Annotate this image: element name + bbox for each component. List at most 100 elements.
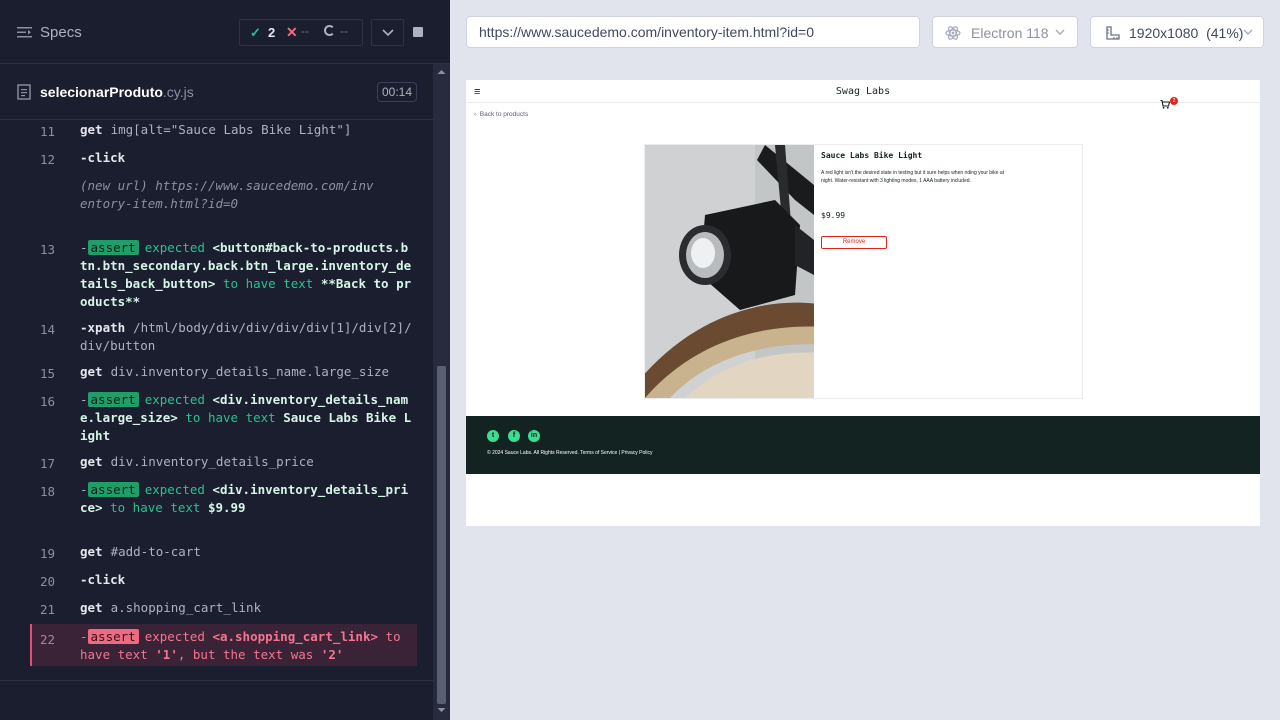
command-arg: a.shopping_cart_link [110, 600, 262, 615]
facebook-icon[interactable]: f [508, 430, 520, 442]
command-number: 18 [40, 484, 56, 499]
chevron-down-icon [1243, 29, 1253, 35]
linkedin-icon[interactable]: in [528, 430, 540, 442]
command-number: 12 [40, 152, 56, 167]
product-description: A red light isn't the desired state in t… [821, 170, 1005, 184]
command-number: 11 [40, 124, 56, 139]
assert-badge: assert [87, 392, 139, 407]
assert-badge: assert [87, 240, 139, 255]
electron-icon [945, 26, 961, 40]
aut-url-bar[interactable]: https://www.saucedemo.com/inventory-item… [466, 16, 920, 48]
command-number: 13 [40, 242, 56, 257]
app-logo: Swag Labs [835, 86, 891, 97]
command-name: get [80, 364, 103, 379]
command-number: 19 [40, 546, 56, 561]
command-name: get [80, 122, 103, 137]
ruler-icon [1106, 26, 1120, 40]
specs-header: Specs ✓ 2 ✕ -- -- [0, 0, 450, 64]
pending-count: -- [340, 24, 348, 38]
passed-count: 2 [268, 25, 276, 40]
stop-icon [413, 27, 423, 37]
assert-row[interactable]: 13 - assert expected <button#back-to-produ… [0, 238, 417, 314]
assert-row[interactable]: 18 - assert expected <div.inventory_detail… [0, 480, 417, 538]
command-number: 17 [40, 456, 56, 471]
viewport-select[interactable]: 1920x1080 (41%) [1090, 16, 1264, 48]
command-name: get [80, 454, 103, 469]
command-name: get [80, 544, 103, 559]
browser-select[interactable]: Electron 118 [932, 16, 1078, 48]
back-to-products-button[interactable]: ‹ Back to products [474, 111, 528, 118]
cart-badge: 2 [1170, 97, 1178, 105]
command-arg: /html/body/div/div/div/div[1]/div[2]/div… [80, 320, 412, 353]
assert-badge: assert [87, 482, 139, 497]
command-row[interactable]: 20 -click [0, 570, 417, 596]
command-name: -click [80, 572, 126, 587]
run-duration: 00:14 [377, 82, 417, 102]
assert-badge: assert [87, 629, 139, 644]
new-url-row[interactable]: (new url) https://www.saucedemo.com/inve… [0, 176, 417, 234]
new-url-label: (new url) [80, 178, 148, 193]
command-number: 21 [40, 602, 56, 617]
shopping-cart-icon[interactable] [1160, 100, 1170, 109]
bike-light-image [645, 145, 814, 398]
command-log-footer [0, 680, 433, 720]
command-list: 11 get img[alt="Sauce Labs Bike Light"] 1… [0, 120, 433, 680]
twitter-icon[interactable]: t [487, 430, 499, 442]
assert-value: $9.99 [207, 500, 246, 515]
assert-value: '1' [155, 647, 178, 662]
command-arg: img[alt="Sauce Labs Bike Light"] [110, 122, 352, 137]
test-stats: ✓ 2 ✕ -- -- [239, 19, 363, 46]
footer-copyright: © 2024 Sauce Labs. All Rights Reserved. … [487, 450, 653, 456]
pending-icon [324, 25, 335, 36]
failed-assert-row[interactable]: 22 - assert expected <a.shopping_cart_link… [30, 624, 417, 666]
command-row[interactable]: 14 -xpath/html/body/div/div/div/div[1]/d… [0, 318, 417, 358]
assert-row[interactable]: 16 - assert expected <div.inventory_detail… [0, 390, 417, 448]
specs-title[interactable]: Specs [40, 24, 82, 41]
command-row[interactable]: 19 get #add-to-cart [0, 542, 417, 568]
viewport-size: 1920x1080 (41%) [1129, 25, 1244, 41]
product-details: Sauce Labs Bike Light A red light isn't … [644, 144, 1083, 399]
command-number: 14 [40, 322, 56, 337]
chevron-down-icon [1055, 29, 1065, 35]
command-row[interactable]: 11 get img[alt="Sauce Labs Bike Light"] [0, 120, 417, 146]
remove-button[interactable]: Remove [821, 236, 887, 249]
stop-button[interactable] [404, 19, 432, 46]
scroll-down-icon[interactable] [437, 706, 446, 714]
command-row[interactable]: 15 get div.inventory_details_name.large_s… [0, 362, 417, 388]
command-name: get [80, 600, 103, 615]
options-dropdown-button[interactable] [371, 19, 404, 46]
product-image [645, 145, 814, 398]
product-name: Sauce Labs Bike Light [821, 151, 923, 160]
aut-frame: ≡ Swag Labs 2 ‹ Back to products Sauce L… [466, 80, 1260, 526]
actual-value: '2' [320, 647, 344, 662]
command-arg: div.inventory_details_price [110, 454, 314, 469]
command-name: -xpath [80, 320, 126, 335]
product-price: $9.99 [821, 211, 846, 220]
check-icon: ✓ [250, 25, 261, 40]
command-number: 15 [40, 366, 56, 381]
app-header: ≡ Swag Labs [466, 80, 1260, 103]
command-row[interactable]: 17 get div.inventory_details_price [0, 452, 417, 478]
chevron-down-icon [382, 29, 394, 37]
spec-file-header: selecionarProduto.cy.js 00:14 [0, 64, 433, 120]
browser-name: Electron 118 [971, 25, 1049, 41]
command-row[interactable]: 12 -click [0, 148, 417, 174]
command-log-panel: Specs ✓ 2 ✕ -- -- selecionarProduto.cy.j… [0, 0, 450, 720]
command-name: -click [80, 150, 126, 165]
file-icon [17, 84, 31, 100]
spec-file-name[interactable]: selecionarProduto.cy.js [40, 84, 194, 100]
scroll-up-icon[interactable] [437, 68, 446, 76]
app-preview-panel: https://www.saucedemo.com/inventory-item… [450, 0, 1280, 720]
command-row[interactable]: 21 get a.shopping_cart_link [0, 598, 417, 624]
failed-count: -- [301, 24, 309, 38]
command-number: 20 [40, 574, 56, 589]
assert-subject: <a.shopping_cart_link> [212, 629, 379, 644]
scrollbar-thumb[interactable] [437, 366, 446, 704]
command-arg: div.inventory_details_name.large_size [110, 364, 390, 379]
app-footer: t f in © 2024 Sauce Labs. All Rights Res… [466, 416, 1260, 474]
specs-list-icon[interactable] [17, 26, 32, 38]
command-number: 22 [40, 632, 56, 647]
x-icon: ✕ [286, 24, 298, 40]
command-arg: #add-to-cart [110, 544, 201, 559]
command-number: 16 [40, 394, 56, 409]
